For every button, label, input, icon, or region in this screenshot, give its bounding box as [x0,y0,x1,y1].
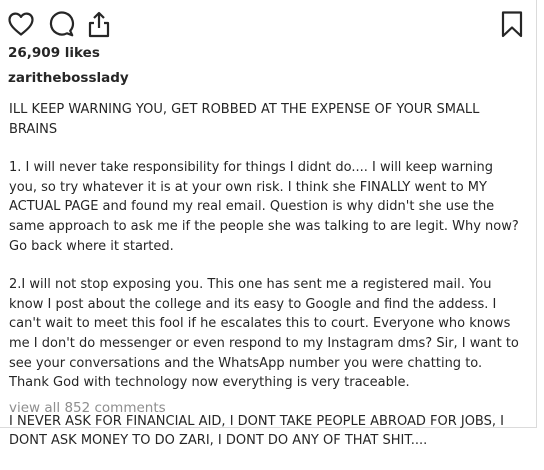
likes-count[interactable]: 26,909 likes [8,45,100,61]
view-all-comments-link[interactable]: view all 852 comments [9,400,166,416]
caption-paragraph: 2.I will not stop exposing you. This one… [9,277,524,391]
post-panel: 26,909 likes zarithebosslady ILL KEEP WA… [0,0,537,448]
caption-paragraph: ILL KEEP WARNING YOU, GET ROBBED AT THE … [9,102,484,137]
post-author-username[interactable]: zarithebosslady [8,70,129,86]
heart-icon[interactable] [7,10,35,38]
bookmark-icon[interactable] [498,10,526,38]
share-icon[interactable] [85,10,113,38]
comment-icon[interactable] [47,10,75,38]
caption-paragraph: I NEVER ASK FOR FINANCIAL AID, I DONT TA… [9,413,509,449]
post-actions-bar [7,10,526,40]
caption-paragraph: 1. I will never take responsibility for … [9,160,523,254]
